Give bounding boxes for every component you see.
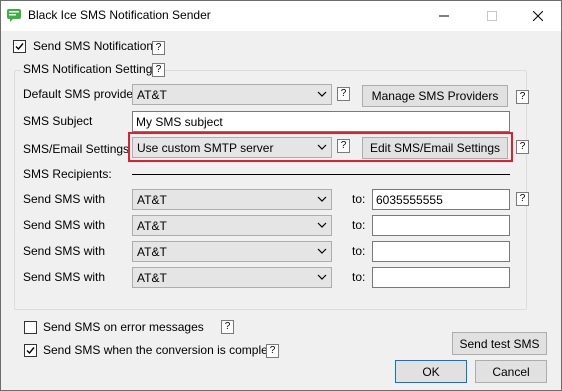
send-on-complete-label[interactable]: Send SMS when the conversion is complete — [43, 343, 278, 357]
help-icon[interactable]: ? — [266, 344, 279, 358]
to-label: to: — [352, 192, 366, 206]
chevron-down-icon — [317, 144, 327, 150]
cancel-button[interactable]: Cancel — [475, 360, 547, 383]
send-test-sms-button[interactable]: Send test SMS — [452, 332, 547, 355]
recipient-number-input[interactable] — [372, 241, 510, 262]
recipient-provider-select[interactable]: AT&T — [132, 189, 332, 210]
manage-sms-providers-button[interactable]: Manage SMS Providers — [362, 85, 508, 107]
recipient-label: Send SMS with — [23, 244, 106, 258]
help-icon[interactable]: ? — [516, 90, 529, 104]
recipient-provider-value: AT&T — [137, 219, 167, 233]
app-icon — [7, 9, 21, 22]
recipient-provider-value: AT&T — [137, 245, 167, 259]
recipient-number-input[interactable] — [372, 215, 510, 236]
edit-sms-email-settings-button[interactable]: Edit SMS/Email Settings — [362, 137, 508, 159]
ok-button[interactable]: OK — [395, 360, 467, 383]
checkmark-icon — [15, 43, 24, 51]
maximize-button[interactable] — [469, 1, 515, 31]
recipient-label: Send SMS with — [23, 218, 106, 232]
help-icon[interactable]: ? — [337, 139, 350, 153]
recipient-provider-select[interactable]: AT&T — [132, 215, 332, 236]
recipient-label: Send SMS with — [23, 270, 106, 284]
minimize-button[interactable] — [421, 1, 467, 31]
chevron-down-icon — [317, 248, 327, 254]
recipient-provider-value: AT&T — [137, 271, 167, 285]
recipient-number-input[interactable] — [372, 267, 510, 288]
chevron-down-icon — [317, 222, 327, 228]
close-button[interactable] — [515, 1, 561, 31]
maximize-icon — [487, 11, 497, 21]
recipient-provider-select[interactable]: AT&T — [132, 241, 332, 262]
settings-group-label: SMS Notification Settings — [21, 62, 161, 76]
recipient-number-value: 6035555555 — [376, 193, 443, 207]
sms-email-settings-label: SMS/Email Settings — [23, 142, 130, 156]
to-label: to: — [352, 244, 366, 258]
chevron-down-icon — [317, 274, 327, 280]
close-icon — [533, 11, 543, 21]
sms-notification-dialog: Black Ice SMS Notification Sender Send S… — [0, 0, 562, 391]
send-on-error-label[interactable]: Send SMS on error messages — [43, 320, 204, 334]
window-title: Black Ice SMS Notification Sender — [28, 8, 211, 22]
default-provider-value: AT&T — [137, 88, 167, 102]
sms-email-settings-value: Use custom SMTP server — [137, 141, 274, 155]
to-label: to: — [352, 270, 366, 284]
chevron-down-icon — [317, 196, 327, 202]
default-provider-select[interactable]: AT&T — [132, 84, 332, 105]
help-icon[interactable]: ? — [516, 140, 529, 154]
sms-recipients-label: SMS Recipients: — [23, 167, 112, 181]
send-sms-label[interactable]: Send SMS Notification — [33, 39, 153, 53]
checkmark-icon — [26, 347, 35, 355]
sms-subject-value: My SMS subject — [136, 115, 223, 129]
help-icon[interactable]: ? — [516, 192, 529, 206]
sms-email-settings-select[interactable]: Use custom SMTP server — [132, 137, 332, 158]
recipient-provider-value: AT&T — [137, 193, 167, 207]
to-label: to: — [352, 218, 366, 232]
sms-subject-label: SMS Subject — [23, 114, 93, 128]
minimize-icon — [439, 15, 449, 17]
help-icon[interactable]: ? — [337, 87, 350, 101]
default-provider-label: Default SMS provider — [23, 87, 138, 101]
recipient-label: Send SMS with — [23, 192, 106, 206]
recipient-number-input[interactable]: 6035555555 — [372, 189, 510, 210]
send-on-complete-checkbox[interactable] — [24, 344, 37, 357]
send-sms-checkbox[interactable] — [13, 40, 26, 53]
help-icon[interactable]: ? — [221, 320, 234, 334]
sms-subject-input[interactable]: My SMS subject — [132, 111, 510, 132]
chevron-down-icon — [317, 91, 327, 97]
recipient-provider-select[interactable]: AT&T — [132, 267, 332, 288]
send-on-error-checkbox[interactable] — [24, 321, 37, 334]
help-icon[interactable]: ? — [152, 63, 165, 77]
help-icon[interactable]: ? — [152, 41, 165, 55]
title-bar: Black Ice SMS Notification Sender — [1, 1, 561, 31]
separator-line — [132, 174, 510, 175]
